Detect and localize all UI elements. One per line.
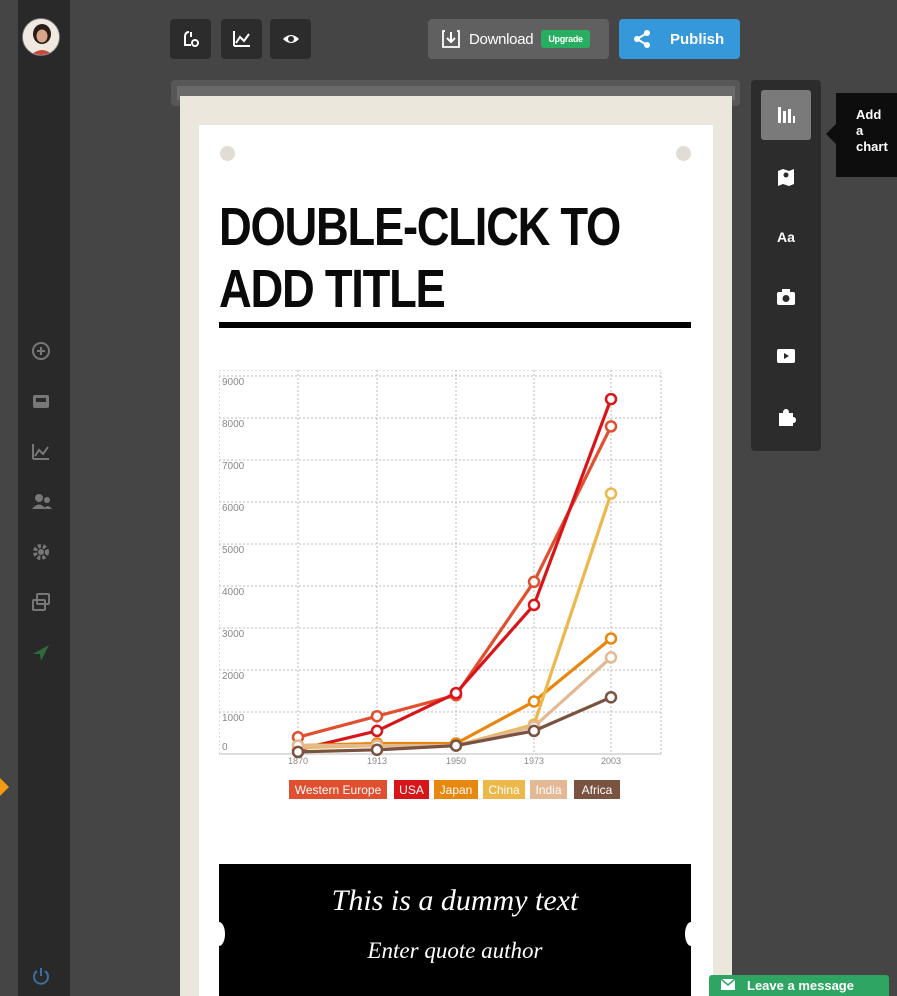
map-icon [778, 169, 794, 186]
series-line [298, 656, 613, 748]
line-chart[interactable]: 0100020003000400050006000700080009000 18… [219, 370, 691, 802]
add-widget-button[interactable] [761, 392, 811, 442]
users-icon[interactable] [31, 492, 52, 512]
chart-grid [219, 370, 662, 755]
eye-icon [282, 35, 299, 43]
data-point [370, 724, 384, 738]
puzzle-icon [779, 409, 796, 426]
leave-message-label: Leave a message [747, 978, 854, 993]
data-point [449, 686, 463, 700]
chart-icon [778, 107, 795, 123]
publish-button[interactable]: Publish [619, 19, 740, 59]
x-tick-label: 2003 [601, 756, 621, 766]
data-point [604, 691, 618, 704]
avatar[interactable] [22, 18, 60, 56]
y-tick-label: 2000 [222, 671, 245, 682]
y-tick-label: 3000 [222, 629, 245, 640]
legend-label: Japan [440, 783, 473, 797]
add-photo-button[interactable] [761, 272, 811, 322]
download-icon [442, 30, 460, 48]
line-chart-icon [232, 31, 250, 47]
add-text-button[interactable]: Aa [761, 212, 811, 262]
series-india [291, 651, 618, 752]
add-video-button[interactable] [761, 331, 811, 381]
settings-icon[interactable] [31, 542, 51, 562]
chart-series [291, 392, 618, 759]
envelope-icon [709, 978, 747, 993]
series-china [291, 487, 618, 754]
share-icon [634, 30, 650, 48]
add-circle-icon[interactable] [31, 341, 51, 361]
brand-check-icon[interactable] [31, 643, 51, 663]
paper-hole [220, 146, 235, 161]
preview-button[interactable] [270, 19, 311, 59]
power-icon[interactable] [31, 966, 51, 986]
y-tick-label: 4000 [222, 587, 245, 598]
data-point [604, 651, 618, 664]
y-tick-label: 6000 [222, 503, 245, 514]
download-button[interactable]: Download Upgrade [428, 19, 609, 59]
y-tick-label: 5000 [222, 545, 245, 556]
data-point [527, 724, 541, 738]
y-tick-label: 0 [222, 742, 228, 753]
publish-label: Publish [670, 30, 725, 48]
y-tick-label: 7000 [222, 461, 245, 472]
data-point [449, 739, 463, 752]
x-tick-label: 1973 [524, 756, 544, 766]
data-point [291, 745, 305, 759]
chart-legend: Western Europe USA Japan China India Africa [289, 780, 620, 799]
legend-label: Western Europe [295, 783, 382, 797]
add-map-button[interactable] [761, 152, 811, 202]
data-point [527, 695, 541, 708]
y-tick-label: 9000 [222, 377, 245, 388]
quote-author[interactable]: Enter quote author [219, 938, 691, 964]
analytics-icon[interactable] [31, 442, 51, 462]
copy-icon[interactable] [31, 592, 51, 612]
series-line [297, 493, 613, 750]
y-axis-ticks: 0 1000 2000 3000 4000 5000 6000 7000 8000 9000 [222, 377, 245, 753]
x-tick-label: 1913 [367, 756, 387, 766]
analytics-button[interactable] [221, 19, 262, 59]
legend-label: China [488, 783, 520, 797]
add-chart-button[interactable] [761, 90, 811, 140]
x-axis-ticks: 1870 1913 1950 1973 2003 [288, 756, 621, 766]
collapse-arrow-icon[interactable] [0, 778, 9, 796]
legend-label: USA [399, 783, 424, 797]
inbox-icon[interactable] [31, 391, 51, 411]
data-point [604, 392, 618, 406]
paper-hole [676, 146, 691, 161]
data-point [370, 743, 384, 757]
x-tick-label: 1950 [446, 756, 466, 766]
legend-label: India [535, 783, 561, 797]
data-point [604, 420, 618, 433]
camera-icon [777, 289, 795, 305]
data-point [370, 709, 384, 723]
theme-icon [183, 31, 199, 47]
data-point [604, 487, 618, 500]
video-icon [777, 349, 795, 363]
upgrade-badge[interactable]: Upgrade [541, 30, 590, 48]
text-icon: Aa [777, 229, 795, 245]
y-tick-label: 8000 [222, 419, 245, 430]
page-title[interactable]: DOUBLE-CLICK TO ADD TITLE [219, 196, 622, 320]
quote-text[interactable]: This is a dummy text [219, 884, 691, 918]
download-label: Download [469, 30, 534, 48]
data-point [527, 575, 541, 589]
legend-label: Africa [582, 783, 613, 797]
data-point [604, 632, 618, 645]
y-tick-label: 1000 [222, 713, 245, 724]
leave-message-button[interactable]: Leave a message [709, 975, 889, 996]
title-divider [219, 322, 691, 328]
plot-area [219, 370, 662, 755]
theme-button[interactable] [170, 19, 211, 59]
tooltip-arrow [826, 124, 836, 144]
data-point [527, 598, 541, 612]
add-chart-tooltip: Add a chart [836, 93, 897, 177]
